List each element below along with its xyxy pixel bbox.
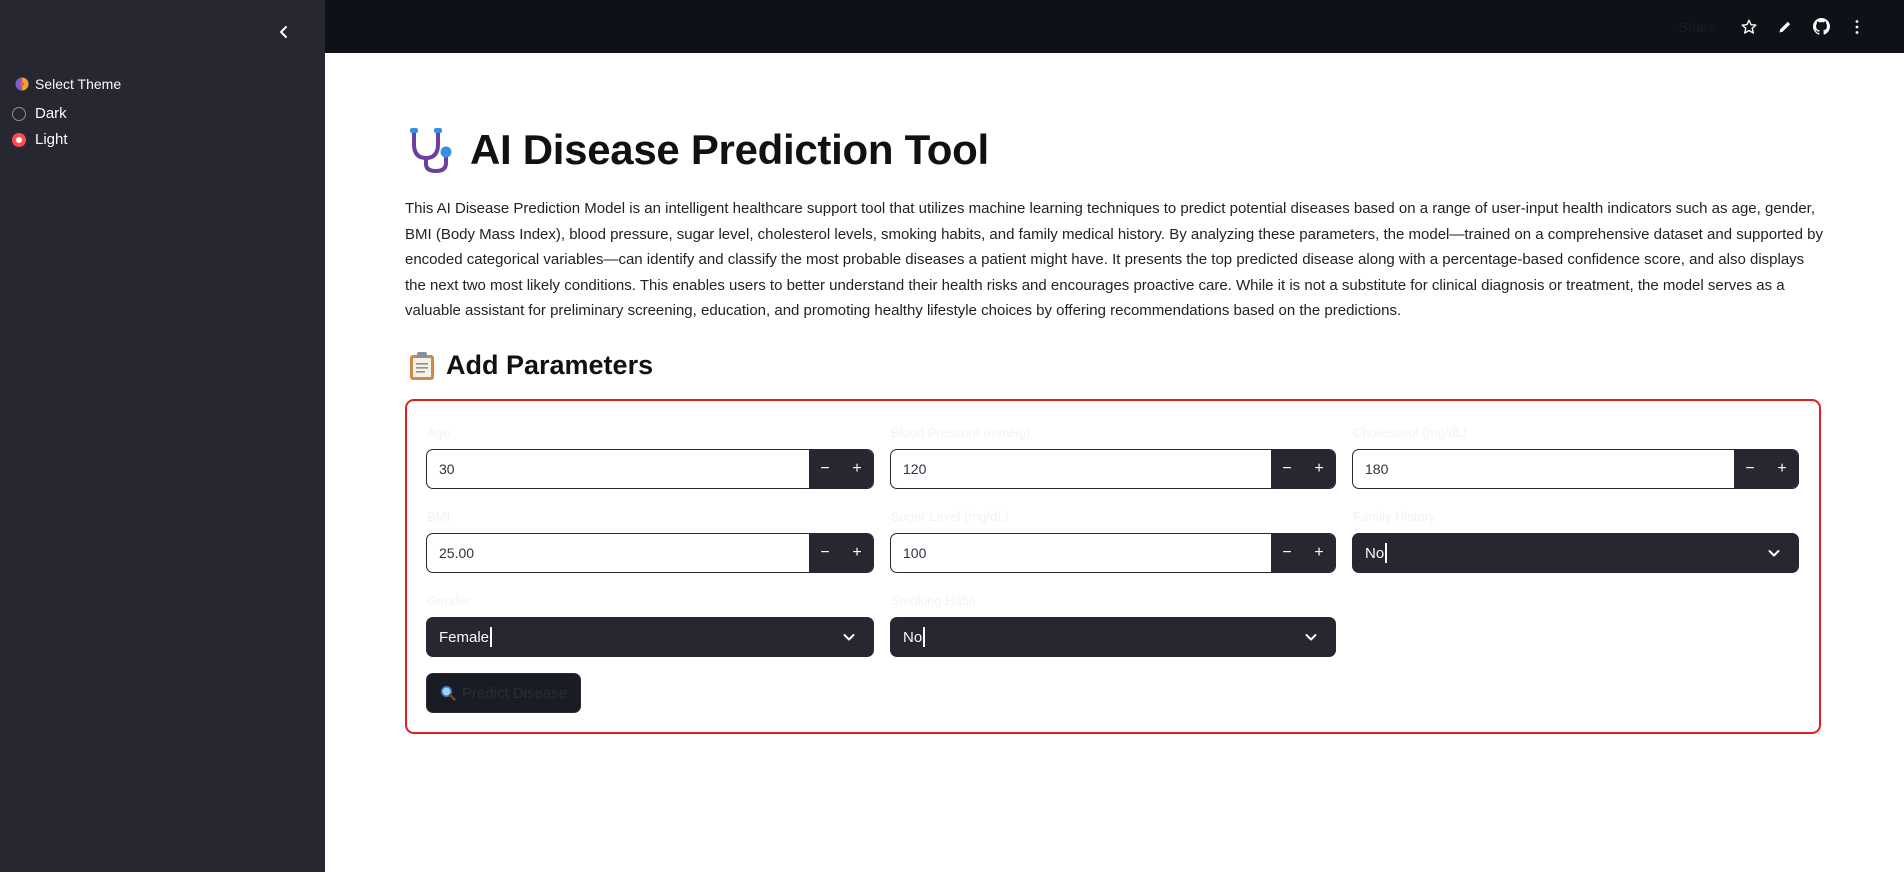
theme-option-dark-label: Dark bbox=[35, 105, 67, 122]
sugar-increment-button[interactable]: + bbox=[1303, 534, 1335, 572]
share-button[interactable]: Share bbox=[1679, 19, 1716, 35]
stethoscope-icon bbox=[410, 128, 452, 174]
blood-pressure-decrement-button[interactable]: − bbox=[1271, 450, 1303, 488]
blood-pressure-increment-button[interactable]: + bbox=[1303, 450, 1335, 488]
age-label: Age bbox=[427, 425, 451, 440]
radio-light[interactable] bbox=[12, 132, 26, 147]
bmi-input[interactable]: 25.00 − + bbox=[426, 533, 874, 573]
parameters-heading-row: Add Parameters bbox=[408, 350, 653, 381]
top-bar: Share bbox=[325, 0, 1904, 53]
cholesterol-input[interactable]: 180 − + bbox=[1352, 449, 1799, 489]
palette-icon bbox=[15, 77, 29, 91]
collapse-sidebar-button[interactable] bbox=[272, 20, 296, 44]
family-history-value: No bbox=[1365, 544, 1385, 562]
cholesterol-value[interactable]: 180 bbox=[1353, 450, 1734, 488]
chevron-down-icon bbox=[843, 634, 855, 641]
predict-disease-button[interactable]: Predict Disease bbox=[426, 673, 581, 713]
star-icon[interactable] bbox=[1740, 18, 1758, 36]
gender-value: Female bbox=[439, 628, 490, 646]
page-title-row: AI Disease Prediction Tool bbox=[406, 126, 989, 174]
blood-pressure-value[interactable]: 120 bbox=[891, 450, 1271, 488]
clipboard-icon bbox=[410, 351, 434, 380]
cholesterol-increment-button[interactable]: + bbox=[1766, 450, 1798, 488]
smoking-select[interactable]: No bbox=[890, 617, 1336, 657]
scrollbar[interactable] bbox=[1897, 53, 1904, 872]
smoking-label: Smoking Habit bbox=[891, 593, 976, 608]
page-title: AI Disease Prediction Tool bbox=[470, 126, 989, 173]
chevron-down-icon bbox=[1305, 634, 1317, 641]
top-actions: Share bbox=[1679, 0, 1866, 53]
age-decrement-button[interactable]: − bbox=[809, 450, 841, 488]
sugar-label: Sugar Level (mg/dL) bbox=[891, 509, 1009, 524]
text-cursor bbox=[1385, 543, 1387, 563]
description-text: This AI Disease Prediction Model is an i… bbox=[405, 200, 1823, 319]
sidebar: Select Theme Dark Light bbox=[0, 0, 325, 872]
theme-select-label: Select Theme bbox=[15, 76, 121, 92]
gender-label: Gender bbox=[427, 593, 471, 608]
cholesterol-label: Cholesterol (mg/dL) bbox=[1353, 425, 1468, 440]
edit-icon[interactable] bbox=[1776, 18, 1794, 36]
chevron-left-icon bbox=[280, 26, 287, 38]
sugar-value[interactable]: 100 bbox=[891, 534, 1271, 572]
sugar-input[interactable]: 100 − + bbox=[890, 533, 1336, 573]
cholesterol-decrement-button[interactable]: − bbox=[1734, 450, 1766, 488]
bmi-label: BMI bbox=[427, 509, 451, 524]
gender-select[interactable]: Female bbox=[426, 617, 874, 657]
text-cursor bbox=[490, 627, 492, 647]
age-increment-button[interactable]: + bbox=[841, 450, 873, 488]
blood-pressure-input[interactable]: 120 − + bbox=[890, 449, 1336, 489]
blood-pressure-label: Blood Pressure (mmHg) bbox=[891, 425, 1031, 440]
theme-option-light-label: Light bbox=[35, 131, 68, 148]
magnifier-icon bbox=[440, 685, 456, 701]
age-value[interactable]: 30 bbox=[427, 450, 809, 488]
family-history-select[interactable]: No bbox=[1352, 533, 1799, 573]
bmi-decrement-button[interactable]: − bbox=[809, 534, 841, 572]
age-input[interactable]: 30 − + bbox=[426, 449, 874, 489]
text-cursor bbox=[923, 627, 925, 647]
theme-label-text: Select Theme bbox=[35, 76, 122, 92]
parameters-heading: Add Parameters bbox=[446, 350, 654, 380]
radio-dark[interactable] bbox=[12, 106, 26, 121]
sugar-decrement-button[interactable]: − bbox=[1271, 534, 1303, 572]
theme-option-dark[interactable]: Dark bbox=[12, 105, 67, 122]
smoking-value: No bbox=[903, 628, 923, 646]
family-history-label: Family History bbox=[1353, 509, 1436, 524]
chevron-down-icon bbox=[1768, 550, 1780, 557]
bmi-increment-button[interactable]: + bbox=[841, 534, 873, 572]
predict-disease-label: Predict Disease bbox=[461, 684, 568, 702]
theme-option-light[interactable]: Light bbox=[12, 131, 68, 148]
bmi-value[interactable]: 25.00 bbox=[427, 534, 809, 572]
github-icon[interactable] bbox=[1812, 18, 1830, 36]
more-vertical-icon[interactable] bbox=[1848, 18, 1866, 36]
